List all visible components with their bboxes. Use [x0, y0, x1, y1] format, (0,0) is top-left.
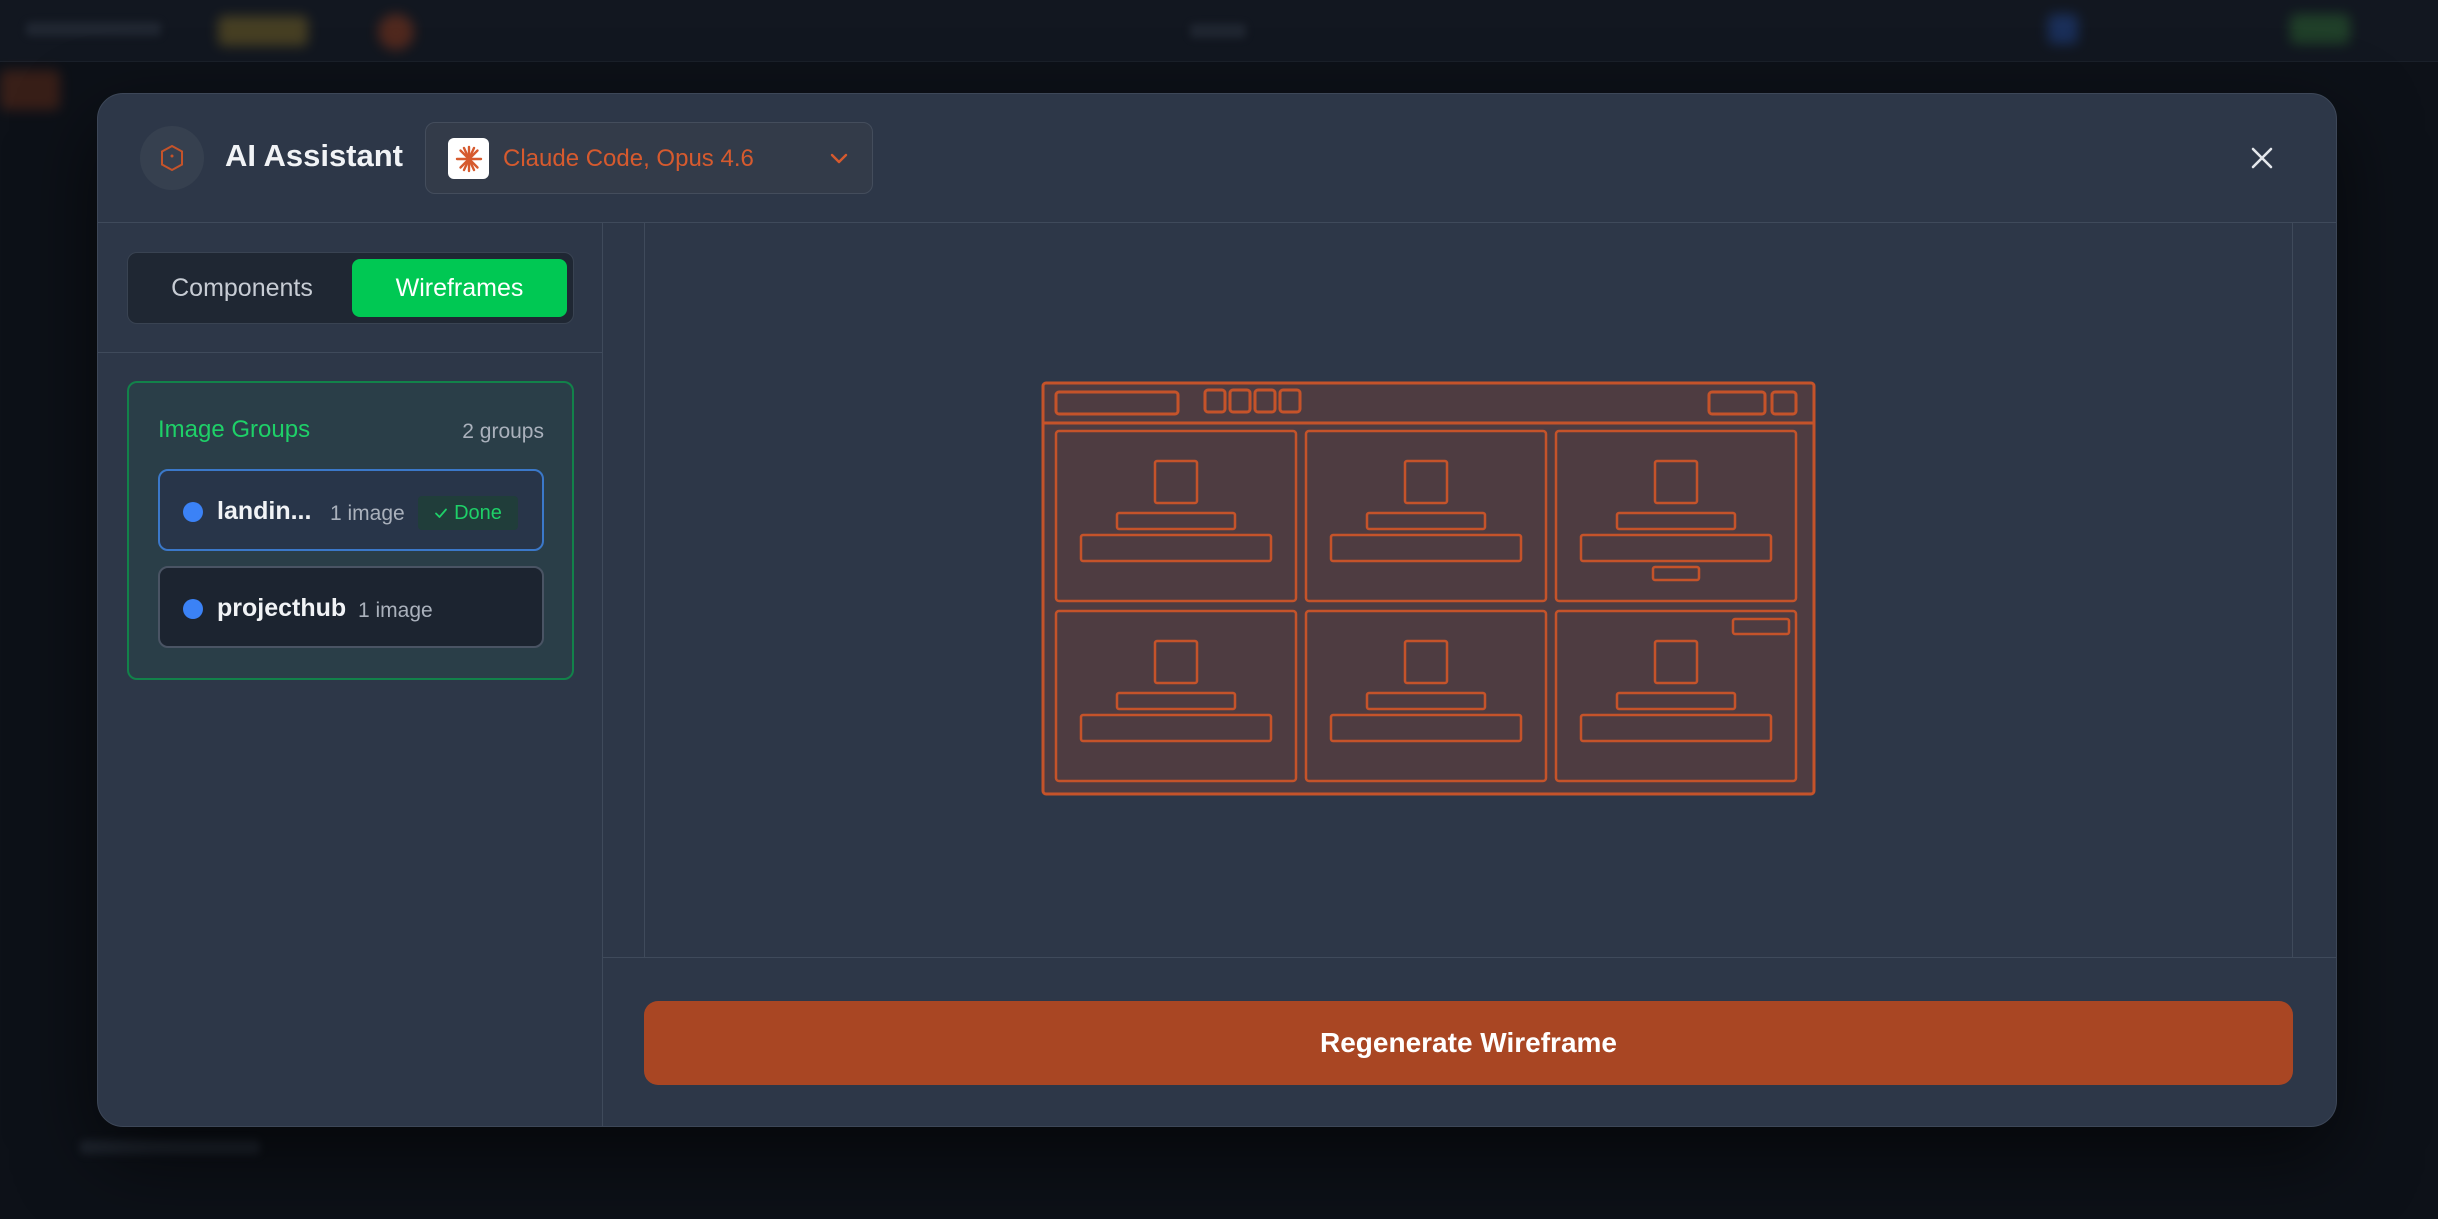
view-tabs: Components Wireframes — [127, 252, 574, 324]
background-blob — [378, 14, 414, 50]
main-content: Regenerate Wireframe — [603, 223, 2336, 1126]
status-badge-label: Done — [454, 501, 502, 524]
wireframe-canvas — [603, 223, 2336, 958]
regenerate-wireframe-button[interactable]: Regenerate Wireframe — [644, 1001, 2293, 1085]
modal-title: AI Assistant — [225, 138, 404, 173]
background-blob — [0, 70, 60, 110]
status-dot — [183, 502, 203, 522]
sidebar: Components Wireframes Image Groups 2 gro… — [98, 223, 603, 1126]
model-select-label: Claude Code, Opus 4.6 — [503, 145, 754, 172]
image-groups-count: 2 groups — [462, 420, 544, 443]
modal-header: AI Assistant Claude Code, Opus 4.6 — [98, 94, 2336, 223]
ai-assistant-modal: AI Assistant Claude Code, Opus 4.6 Compo… — [97, 93, 2337, 1127]
hexagon-logo-icon — [140, 126, 204, 190]
image-group-item[interactable]: landin... 1 image Done — [158, 469, 544, 551]
check-icon — [435, 508, 447, 518]
background-text — [1190, 24, 1246, 38]
divider — [98, 352, 603, 353]
image-groups-panel: Image Groups 2 groups landin... 1 image … — [127, 381, 574, 680]
background-blob — [2048, 14, 2078, 44]
background-text — [26, 22, 161, 36]
status-badge: Done — [418, 496, 518, 530]
group-image-count: 1 image — [330, 502, 405, 525]
background-text — [80, 1140, 260, 1154]
group-image-count: 1 image — [358, 599, 433, 622]
tab-components[interactable]: Components — [134, 259, 350, 317]
image-group-item[interactable]: projecthub 1 image — [158, 566, 544, 648]
close-icon[interactable] — [2244, 140, 2280, 176]
background-blob — [218, 16, 308, 46]
group-name: projecthub — [217, 594, 347, 622]
background-blob — [2290, 14, 2350, 44]
chevron-down-icon — [828, 147, 850, 174]
wireframe-preview — [1041, 381, 1816, 796]
model-select-dropdown[interactable]: Claude Code, Opus 4.6 — [425, 122, 873, 194]
image-groups-title: Image Groups — [158, 416, 311, 443]
claude-starburst-icon — [448, 138, 489, 179]
status-dot — [183, 599, 203, 619]
group-name: landin... — [217, 497, 312, 525]
tab-wireframes[interactable]: Wireframes — [352, 259, 567, 317]
